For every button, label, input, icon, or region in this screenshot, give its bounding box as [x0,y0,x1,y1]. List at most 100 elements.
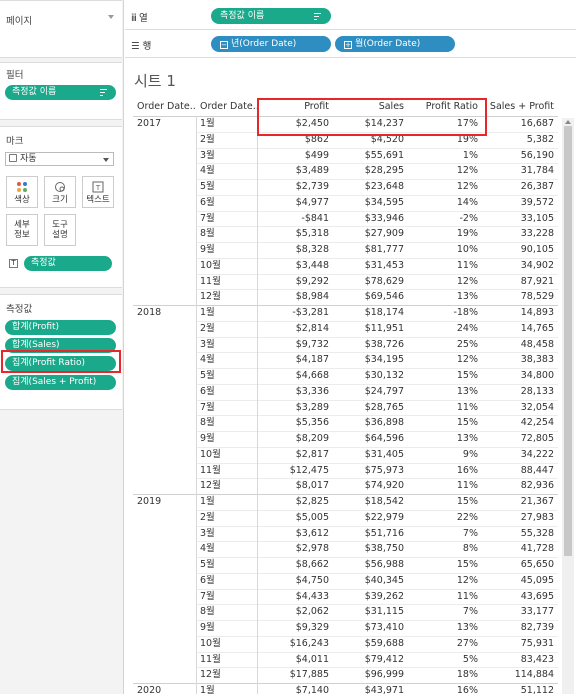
cell-profit-ratio[interactable]: 8% [408,541,478,557]
cell-sales-plus-profit[interactable]: 16,687 [483,116,554,132]
cell-sales[interactable]: $27,909 [333,226,404,242]
cell-sales-plus-profit[interactable]: 65,650 [483,557,554,573]
cell-profit-ratio[interactable]: 7% [408,526,478,542]
cell-profit-ratio[interactable]: 11% [408,478,478,494]
cell-month[interactable]: 6월 [200,195,240,211]
cell-profit[interactable]: $2,814 [259,321,329,337]
cell-profit-ratio[interactable]: 12% [408,163,478,179]
measure-pill-sales-plus-profit[interactable]: 집계(Sales + Profit) [5,375,116,390]
cell-month[interactable]: 9월 [200,620,240,636]
cell-sales[interactable]: $34,595 [333,195,404,211]
cell-month[interactable]: 12월 [200,667,240,683]
cell-month[interactable]: 3월 [200,148,240,164]
cell-sales[interactable]: $31,453 [333,258,404,274]
cell-sales[interactable]: $11,951 [333,321,404,337]
cell-profit-ratio[interactable]: 18% [408,667,478,683]
cell-profit-ratio[interactable]: 22% [408,510,478,526]
cell-sales-plus-profit[interactable]: 27,983 [483,510,554,526]
cell-profit-ratio[interactable]: 1% [408,148,478,164]
cell-month[interactable]: 7월 [200,211,240,227]
cell-profit-ratio[interactable]: 11% [408,589,478,605]
cell-sales[interactable]: $28,295 [333,163,404,179]
cell-month[interactable]: 5월 [200,368,240,384]
cell-profit-ratio[interactable]: 7% [408,604,478,620]
cell-profit[interactable]: $5,318 [259,226,329,242]
cell-profit[interactable]: $9,732 [259,337,329,353]
cell-month[interactable]: 8월 [200,415,240,431]
cell-profit[interactable]: $3,289 [259,400,329,416]
cell-profit[interactable]: $12,475 [259,463,329,479]
cell-sales[interactable]: $36,898 [333,415,404,431]
cell-sales[interactable]: $51,716 [333,526,404,542]
cell-sales[interactable]: $43,971 [333,683,404,694]
cell-month[interactable]: 6월 [200,384,240,400]
cell-sales[interactable]: $18,542 [333,494,404,510]
cell-sales-plus-profit[interactable]: 34,902 [483,258,554,274]
cell-sales[interactable]: $69,546 [333,289,404,305]
cell-profit[interactable]: $2,062 [259,604,329,620]
cell-profit-ratio[interactable]: 5% [408,652,478,668]
cell-sales[interactable]: $30,132 [333,368,404,384]
cell-month[interactable]: 11월 [200,274,240,290]
cell-month[interactable]: 11월 [200,463,240,479]
cell-month[interactable]: 1월 [200,683,240,694]
cell-profit-ratio[interactable]: 11% [408,258,478,274]
cell-profit[interactable]: $5,356 [259,415,329,431]
filter-pill-measure-names[interactable]: 측정값 이름 [5,85,116,100]
cell-sales-plus-profit[interactable]: 5,382 [483,132,554,148]
cell-profit-ratio[interactable]: 19% [408,226,478,242]
detail-button[interactable]: 세부 정보 [6,214,38,246]
cell-sales-plus-profit[interactable]: 33,228 [483,226,554,242]
cell-month[interactable]: 8월 [200,226,240,242]
cell-profit-ratio[interactable]: 15% [408,415,478,431]
cell-profit[interactable]: $4,011 [259,652,329,668]
chevron-down-icon[interactable] [108,15,114,19]
cell-sales[interactable]: $81,777 [333,242,404,258]
cell-sales[interactable]: $38,750 [333,541,404,557]
rows-pill-year[interactable]: − 년(Order Date) [211,36,331,52]
cell-profit[interactable]: $8,017 [259,478,329,494]
cell-profit[interactable]: $5,005 [259,510,329,526]
marks-measure-values-pill[interactable]: 측정값 [24,256,112,271]
cell-profit[interactable]: $3,612 [259,526,329,542]
cell-sales[interactable]: $59,688 [333,636,404,652]
cell-profit[interactable]: $8,328 [259,242,329,258]
cell-sales[interactable]: $73,410 [333,620,404,636]
cell-sales-plus-profit[interactable]: 41,728 [483,541,554,557]
cell-profit-ratio[interactable]: 12% [408,179,478,195]
cell-sales-plus-profit[interactable]: 78,529 [483,289,554,305]
cell-profit-ratio[interactable]: 15% [408,368,478,384]
cell-profit-ratio[interactable]: 13% [408,289,478,305]
cell-sales[interactable]: $31,115 [333,604,404,620]
cell-profit[interactable]: $2,817 [259,447,329,463]
cell-sales[interactable]: $39,262 [333,589,404,605]
cell-sales-plus-profit[interactable]: 55,328 [483,526,554,542]
cell-sales[interactable]: $79,412 [333,652,404,668]
cell-sales[interactable]: $22,979 [333,510,404,526]
cell-profit[interactable]: $8,209 [259,431,329,447]
cell-month[interactable]: 10월 [200,258,240,274]
cell-month[interactable]: 10월 [200,636,240,652]
cell-sales[interactable]: $34,195 [333,352,404,368]
cell-profit[interactable]: $9,292 [259,274,329,290]
size-button[interactable]: 크기 [44,176,76,208]
cell-month[interactable]: 9월 [200,431,240,447]
cell-profit-ratio[interactable]: 12% [408,352,478,368]
rows-shelf[interactable]: ☰ 행 − 년(Order Date) + 월(Order Date) [125,30,576,58]
cell-month[interactable]: 2월 [200,510,240,526]
cell-sales[interactable]: $18,174 [333,305,404,321]
cell-month[interactable]: 4월 [200,163,240,179]
mark-type-select[interactable]: 자동 [5,152,114,166]
cell-month[interactable]: 12월 [200,289,240,305]
cell-sales-plus-profit[interactable]: 82,739 [483,620,554,636]
cell-month[interactable]: 3월 [200,526,240,542]
cell-profit[interactable]: $2,825 [259,494,329,510]
cell-profit[interactable]: $3,489 [259,163,329,179]
header-sales-plus-profit[interactable]: Sales + Profit [483,98,554,116]
cell-profit[interactable]: $8,662 [259,557,329,573]
cell-sales-plus-profit[interactable]: 75,931 [483,636,554,652]
cell-sales-plus-profit[interactable]: 32,054 [483,400,554,416]
cell-month[interactable]: 11월 [200,652,240,668]
filters-card[interactable]: 필터 측정값 이름 [0,62,122,120]
cell-sales-plus-profit[interactable]: 82,936 [483,478,554,494]
